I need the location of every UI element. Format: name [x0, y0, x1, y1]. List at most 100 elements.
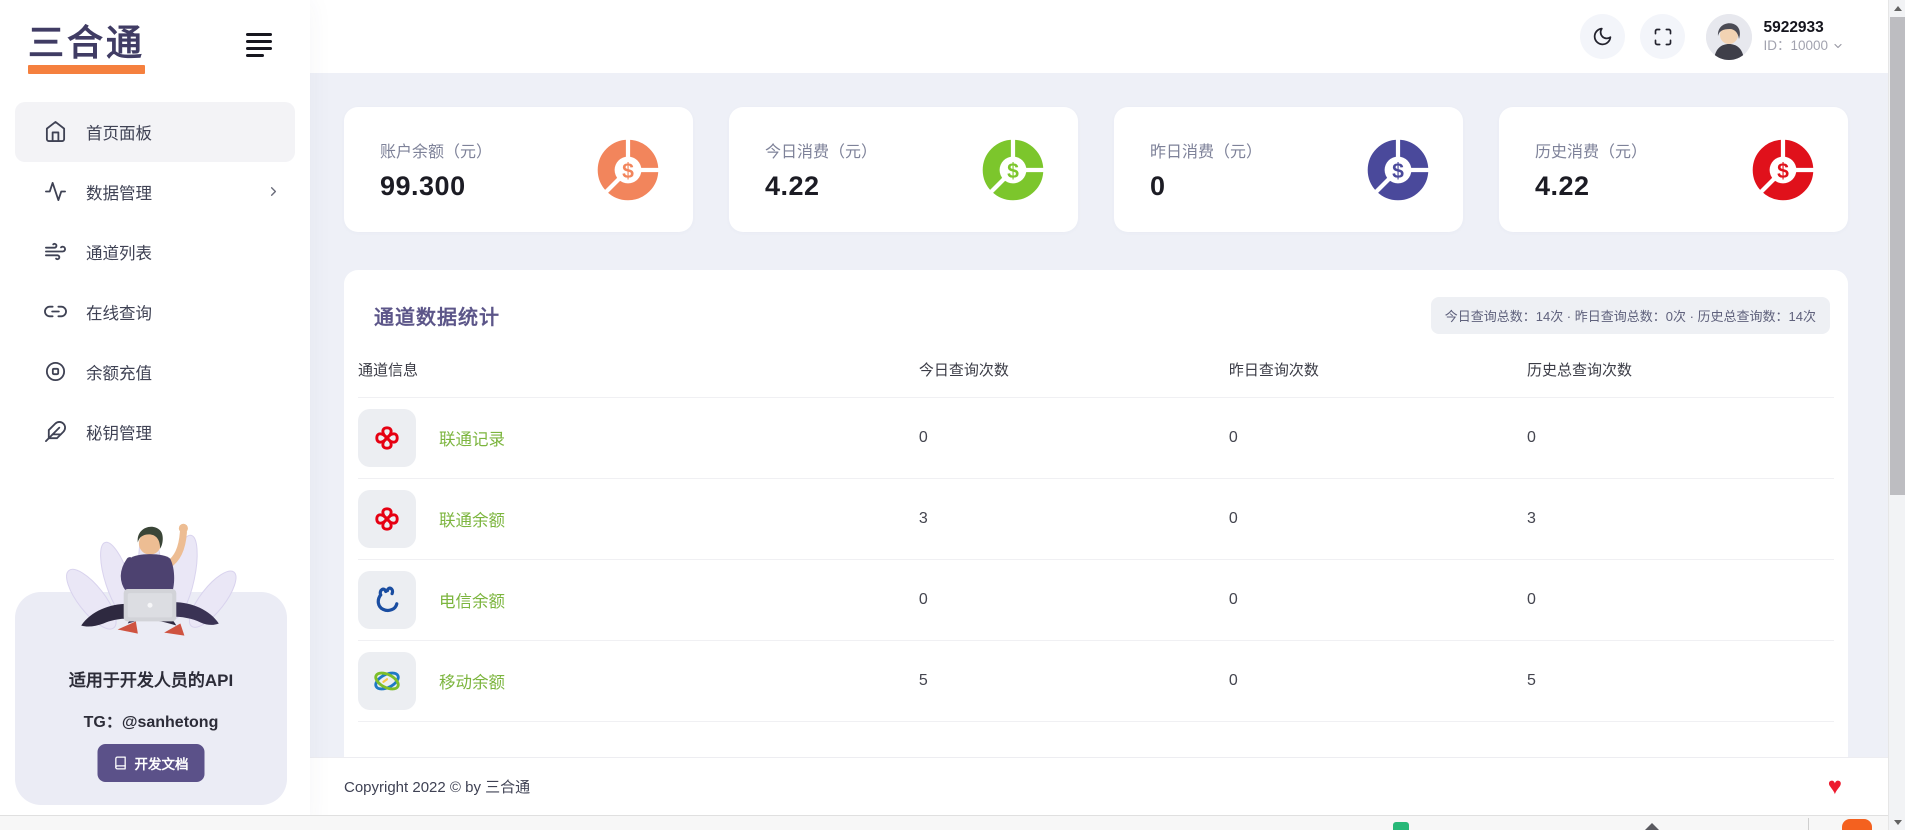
- col-header-total: 历史总查询次数: [1527, 359, 1834, 380]
- stat-card-label: 账户余额（元）: [380, 138, 492, 162]
- moon-icon: [1592, 26, 1613, 47]
- sidebar-item-label: 在线查询: [86, 300, 152, 324]
- stat-card-label: 历史消费（元）: [1535, 138, 1647, 162]
- china-mobile-logo-icon: [358, 652, 416, 710]
- disc-icon: [44, 360, 67, 383]
- dark-mode-button[interactable]: [1580, 14, 1625, 59]
- stat-card-value: 0: [1150, 171, 1262, 202]
- copyright-text: Copyright 2022 © by 三合通: [344, 776, 530, 797]
- cutoff-orange-logo: [1842, 819, 1872, 830]
- sidebar-item-channels[interactable]: 通道列表: [15, 222, 295, 282]
- china-telecom-logo-icon: [358, 571, 416, 629]
- dev-docs-button-label: 开发文档: [135, 753, 189, 773]
- stat-card-account-balance: 账户余额（元） 99.300 $: [344, 107, 693, 232]
- sidebar-item-label: 通道列表: [86, 240, 152, 264]
- stat-card-label: 今日消费（元）: [765, 138, 877, 162]
- total-count: 5: [1527, 672, 1834, 690]
- channel-stats-panel: 通道数据统计 今日查询总数：14次 · 昨日查询总数：0次 · 历史总查询数：1…: [344, 270, 1848, 776]
- stat-card-history-spend: 历史消费（元） 4.22 $: [1499, 107, 1848, 232]
- svg-text:$: $: [1777, 159, 1789, 182]
- today-count: 5: [919, 672, 1229, 690]
- sidebar-item-label: 首页面板: [86, 120, 152, 144]
- promo-text-telegram: TG：@sanhetong: [15, 708, 287, 732]
- sidebar: 三合通 首页面板 数据管理 通道列表: [0, 0, 310, 830]
- topbar: 5922933 ID：10000: [310, 0, 1888, 73]
- brand-logo-text: 三合通: [28, 24, 145, 62]
- brand-logo[interactable]: 三合通: [28, 24, 145, 74]
- user-menu[interactable]: 5922933 ID：10000: [1706, 14, 1844, 60]
- stat-card-today-spend: 今日消费（元） 4.22 $: [729, 107, 1078, 232]
- sidebar-item-label: 余额充值: [86, 360, 152, 384]
- sidebar-item-online-query[interactable]: 在线查询: [15, 282, 295, 342]
- sidebar-item-home[interactable]: 首页面板: [15, 102, 295, 162]
- developer-promo-card: 适用于开发人员的API TG：@sanhetong 开发文档: [15, 592, 287, 805]
- today-count: 0: [919, 429, 1229, 447]
- stat-card-value: 4.22: [1535, 171, 1647, 202]
- brand-logo-underline: [28, 65, 145, 74]
- sidebar-item-recharge[interactable]: 余额充值: [15, 342, 295, 402]
- sidebar-item-keys[interactable]: 秘钥管理: [15, 402, 295, 462]
- yesterday-count: 0: [1229, 429, 1527, 447]
- user-id: ID：10000: [1763, 38, 1828, 55]
- total-count: 0: [1527, 591, 1834, 609]
- dollar-donut-icon: $: [1367, 139, 1429, 201]
- stat-card-label: 昨日消费（元）: [1150, 138, 1262, 162]
- stat-cards-row: 账户余额（元） 99.300 $ 今日消费（元） 4.22 $ 昨日消费（元） …: [310, 73, 1888, 232]
- heart-icon[interactable]: ♥: [1828, 775, 1842, 799]
- col-header-yesterday: 昨日查询次数: [1229, 359, 1527, 380]
- vertical-scrollbar[interactable]: [1888, 0, 1905, 830]
- channel-link[interactable]: 移动余额: [439, 669, 505, 693]
- dev-docs-button[interactable]: 开发文档: [98, 744, 205, 782]
- username: 5922933: [1763, 18, 1844, 37]
- feather-pen-icon: [44, 420, 67, 443]
- svg-text:$: $: [1007, 159, 1019, 182]
- total-count: 3: [1527, 510, 1834, 528]
- china-unicom-logo-icon: [358, 409, 416, 467]
- query-summary-badge: 今日查询总数：14次 · 昨日查询总数：0次 · 历史总查询数：14次: [1431, 297, 1830, 334]
- today-count: 0: [919, 591, 1229, 609]
- sidebar-menu: 首页面板 数据管理 通道列表 在线查询 余: [0, 102, 310, 462]
- home-icon: [44, 120, 67, 143]
- sidebar-item-data[interactable]: 数据管理: [15, 162, 295, 222]
- col-header-channel: 通道信息: [358, 359, 919, 380]
- yesterday-count: 0: [1229, 672, 1527, 690]
- bottom-cutoff-strip: [0, 815, 1888, 830]
- activity-icon: [44, 180, 67, 203]
- link-icon: [44, 300, 67, 323]
- fullscreen-button[interactable]: [1640, 14, 1685, 59]
- fullscreen-icon: [1653, 27, 1673, 47]
- col-header-today: 今日查询次数: [919, 359, 1229, 380]
- stat-card-yesterday-spend: 昨日消费（元） 0 $: [1114, 107, 1463, 232]
- stat-card-value: 4.22: [765, 171, 877, 202]
- today-count: 3: [919, 510, 1229, 528]
- channel-link[interactable]: 电信余额: [439, 588, 505, 612]
- chevron-right-icon: [266, 184, 281, 199]
- book-icon: [114, 756, 128, 770]
- yesterday-count: 0: [1229, 510, 1527, 528]
- sidebar-item-label: 数据管理: [86, 180, 152, 204]
- scroll-up-button[interactable]: [1889, 0, 1905, 16]
- channel-link[interactable]: 联通余额: [439, 507, 505, 531]
- chevron-down-icon: [1832, 40, 1844, 52]
- dollar-donut-icon: $: [1752, 139, 1814, 201]
- table-row: 联通记录 0 0 0: [358, 398, 1834, 479]
- cutoff-green-icon: [1393, 822, 1409, 830]
- dollar-donut-icon: $: [982, 139, 1044, 201]
- scrollbar-thumb[interactable]: [1890, 17, 1905, 495]
- menu-toggle-icon[interactable]: [246, 33, 272, 61]
- wind-icon: [44, 240, 67, 263]
- panel-title: 通道数据统计: [374, 301, 500, 330]
- table-header-row: 通道信息 今日查询次数 昨日查询次数 历史总查询次数: [358, 355, 1834, 398]
- sidebar-item-label: 秘钥管理: [86, 420, 152, 444]
- svg-text:$: $: [1392, 159, 1404, 182]
- svg-text:$: $: [622, 159, 634, 182]
- main-area: 5922933 ID：10000 账户余额（元） 99.300 $: [310, 0, 1888, 830]
- table-row: 电信余额 0 0 0: [358, 560, 1834, 641]
- table-row: 移动余额 5 0 5: [358, 641, 1834, 722]
- dollar-donut-icon: $: [597, 139, 659, 201]
- channel-link[interactable]: 联通记录: [439, 426, 505, 450]
- total-count: 0: [1527, 429, 1834, 447]
- table-row: 联通余额 3 0 3: [358, 479, 1834, 560]
- scroll-down-button[interactable]: [1889, 814, 1905, 830]
- china-unicom-logo-icon: [358, 490, 416, 548]
